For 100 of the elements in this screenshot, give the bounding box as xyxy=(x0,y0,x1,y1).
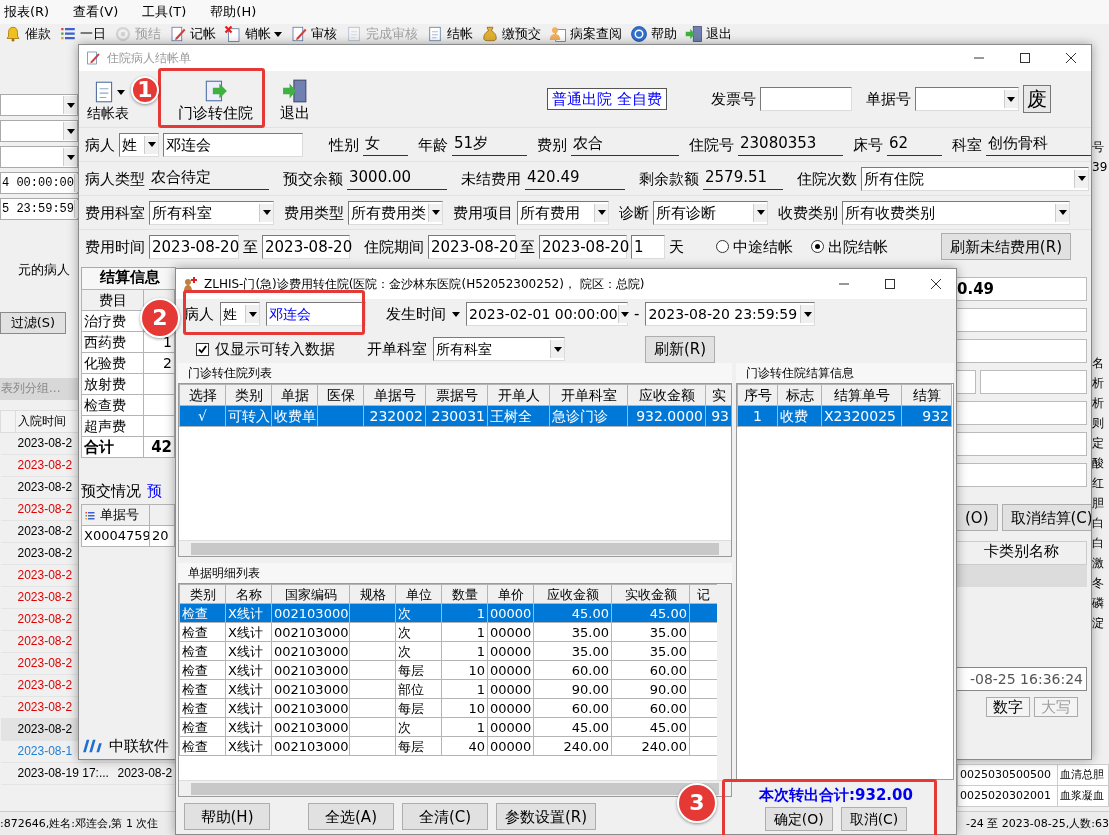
column-header[interactable]: 类别 xyxy=(225,384,272,406)
column-header[interactable]: 标志 xyxy=(777,384,822,406)
cancel-button[interactable]: 取消(C) xyxy=(840,807,908,831)
dropdown-field[interactable] xyxy=(956,370,976,394)
refresh-button[interactable]: 刷新(R) xyxy=(645,335,716,363)
vertical-scrollbar[interactable] xyxy=(717,584,731,780)
column-header[interactable]: 单据号 xyxy=(363,384,426,406)
column-header[interactable]: 应收金额 xyxy=(627,384,706,406)
dropdown-field[interactable]: 所有住院 xyxy=(861,166,1089,191)
dropdown-field[interactable] xyxy=(0,94,78,116)
column-header[interactable]: 开单人 xyxy=(487,384,550,406)
table-row[interactable]: 检查 X线计 002103000 每层 40 00000 240.00 240.00 xyxy=(179,736,717,756)
filter-button[interactable]: 过滤(S) xyxy=(0,311,66,334)
dropdown-field[interactable]: 所有科室 xyxy=(433,337,565,361)
datetime-field[interactable]: 4 00:00:00 xyxy=(0,172,78,194)
tab[interactable]: 数字 xyxy=(986,697,1030,717)
column-header[interactable]: 卡类别名称 xyxy=(956,541,1087,565)
column-header[interactable]: 选择 xyxy=(179,384,226,406)
column-header[interactable]: 开单科室 xyxy=(549,384,628,406)
horizontal-scrollbar[interactable] xyxy=(179,780,731,796)
dropdown-field[interactable]: 所有费用类 xyxy=(348,200,443,225)
toolbar-button[interactable]: 病案查阅 xyxy=(549,25,622,43)
action-button[interactable]: (O) xyxy=(956,504,998,531)
date-field[interactable]: 2023-08-20 xyxy=(428,234,516,259)
maximize-icon[interactable] xyxy=(1019,52,1031,64)
toolbar-button[interactable]: 退出 xyxy=(275,74,315,124)
table-row[interactable]: 检查 X线计 002103000 次 1 00000 45.00 45.00 xyxy=(179,603,717,623)
datetime-field[interactable]: -08-25 16:36:24 xyxy=(956,667,1087,691)
maximize-icon[interactable] xyxy=(884,278,896,290)
date-field[interactable]: 2023-08-20 xyxy=(149,234,239,259)
close-icon[interactable] xyxy=(930,278,942,290)
input-field[interactable] xyxy=(956,432,1087,456)
action-button[interactable]: 取消结算(C) xyxy=(1001,504,1091,531)
void-button[interactable]: 废 xyxy=(1022,85,1051,113)
column-header[interactable]: 单价 xyxy=(487,584,534,604)
menu-item[interactable]: 查看(V) xyxy=(73,4,119,20)
toolbar-button[interactable]: 销帐 xyxy=(224,25,282,43)
table-row[interactable]: 检查 X线计 002103000 次 1 00000 45.00 45.00 xyxy=(179,717,717,737)
patient-name-input[interactable]: 邓连会 xyxy=(266,302,366,326)
table-row[interactable]: √ 可转入 收费单 232002 230031 王树全 急诊门诊 932.0000 93 xyxy=(179,405,731,427)
column-header[interactable]: 单位 xyxy=(395,584,442,604)
column-header[interactable]: 费目 xyxy=(81,289,144,311)
input-field[interactable] xyxy=(956,401,1087,425)
dropdown-field[interactable] xyxy=(0,146,78,168)
input-field[interactable] xyxy=(980,370,1087,394)
toolbar-button[interactable]: 审核 xyxy=(290,25,337,43)
toolbar-button[interactable]: 退出 xyxy=(685,25,732,43)
menu-item[interactable]: 工具(T) xyxy=(142,4,187,20)
column-header[interactable]: 医保 xyxy=(317,384,364,406)
datetime-field[interactable]: 2023-08-20 23:59:59 xyxy=(645,302,816,326)
table-row[interactable]: 检查 X线计 002103000 次 1 00000 35.00 35.00 xyxy=(179,622,717,642)
table-row[interactable]: 检查 X线计 002103000 次 1 00000 35.00 35.00 xyxy=(179,641,717,661)
toolbar-button[interactable]: 结帐 xyxy=(426,25,473,43)
column-header[interactable]: 实收金额 xyxy=(611,584,690,604)
menu-item[interactable]: 报表(R) xyxy=(4,4,50,20)
link[interactable]: 预 xyxy=(147,482,162,500)
column-header[interactable]: 序号 xyxy=(737,384,778,406)
column-header[interactable]: 单据 xyxy=(271,384,318,406)
toolbar-button[interactable]: 缴预交 xyxy=(481,25,541,43)
close-icon[interactable] xyxy=(1065,52,1077,64)
amount-field[interactable]: 0.49 xyxy=(956,277,1087,301)
dropdown-field[interactable]: 所有科室 xyxy=(149,200,274,225)
dropdown-field[interactable] xyxy=(0,120,78,142)
toolbar-button[interactable]: 门诊转住院 xyxy=(165,74,265,124)
horizontal-scrollbar[interactable] xyxy=(179,540,731,556)
column-header[interactable]: 单据号 xyxy=(81,504,150,526)
toolbar-button[interactable]: 催款 xyxy=(4,25,51,43)
checkbox[interactable] xyxy=(196,342,209,356)
column-header[interactable]: 国家编码 xyxy=(271,584,350,604)
datetime-field[interactable]: 5 23:59:59 xyxy=(0,198,78,220)
date-field[interactable]: 2023-08-20 xyxy=(262,234,350,259)
column-header[interactable]: 实 xyxy=(705,384,731,406)
column-header[interactable]: 类别 xyxy=(179,584,226,604)
column-header[interactable]: 应收金额 xyxy=(533,584,612,604)
column-header[interactable]: 名称 xyxy=(225,584,272,604)
dialog-button[interactable]: 全清(C) xyxy=(402,803,488,830)
dropdown-field[interactable]: 所有诊断 xyxy=(653,200,768,225)
radio-button[interactable] xyxy=(811,240,824,253)
dropdown-field[interactable]: 所有收费类别 xyxy=(842,200,1070,225)
receipt-dropdown[interactable] xyxy=(914,87,1019,111)
column-header[interactable]: 结算单号 xyxy=(821,384,902,406)
toolbar-button[interactable]: 记帐 xyxy=(169,25,216,43)
panel-tab[interactable]: 结算信息 xyxy=(81,267,176,289)
invoice-input[interactable] xyxy=(759,87,852,111)
toolbar-button[interactable]: 一日 xyxy=(59,25,106,43)
toolbar-button[interactable]: 帮助 xyxy=(630,25,677,43)
patient-name-input[interactable]: 邓连会 xyxy=(163,132,303,157)
radio-button[interactable] xyxy=(716,240,729,253)
input-field[interactable] xyxy=(956,308,1087,332)
column-header[interactable]: 结算 xyxy=(901,384,952,406)
dialog-button[interactable]: 帮助(H) xyxy=(184,803,270,830)
dropdown-field[interactable]: 所有费用 xyxy=(517,200,609,225)
input-field[interactable] xyxy=(956,339,1087,363)
refresh-button[interactable]: 刷新未结费用(R) xyxy=(940,233,1071,260)
menu-item[interactable]: 帮助(H) xyxy=(210,4,257,20)
ok-button[interactable]: 确定(O) xyxy=(764,807,833,831)
table-row[interactable]: 1 收费 X2320025 932 xyxy=(737,405,952,427)
toolbar-button[interactable]: 结帐表 xyxy=(85,74,131,124)
dialog-button[interactable]: 全选(A) xyxy=(308,803,394,830)
table-row[interactable]: 检查 X线计 002103000 每层 10 00000 60.00 60.00 xyxy=(179,660,717,680)
